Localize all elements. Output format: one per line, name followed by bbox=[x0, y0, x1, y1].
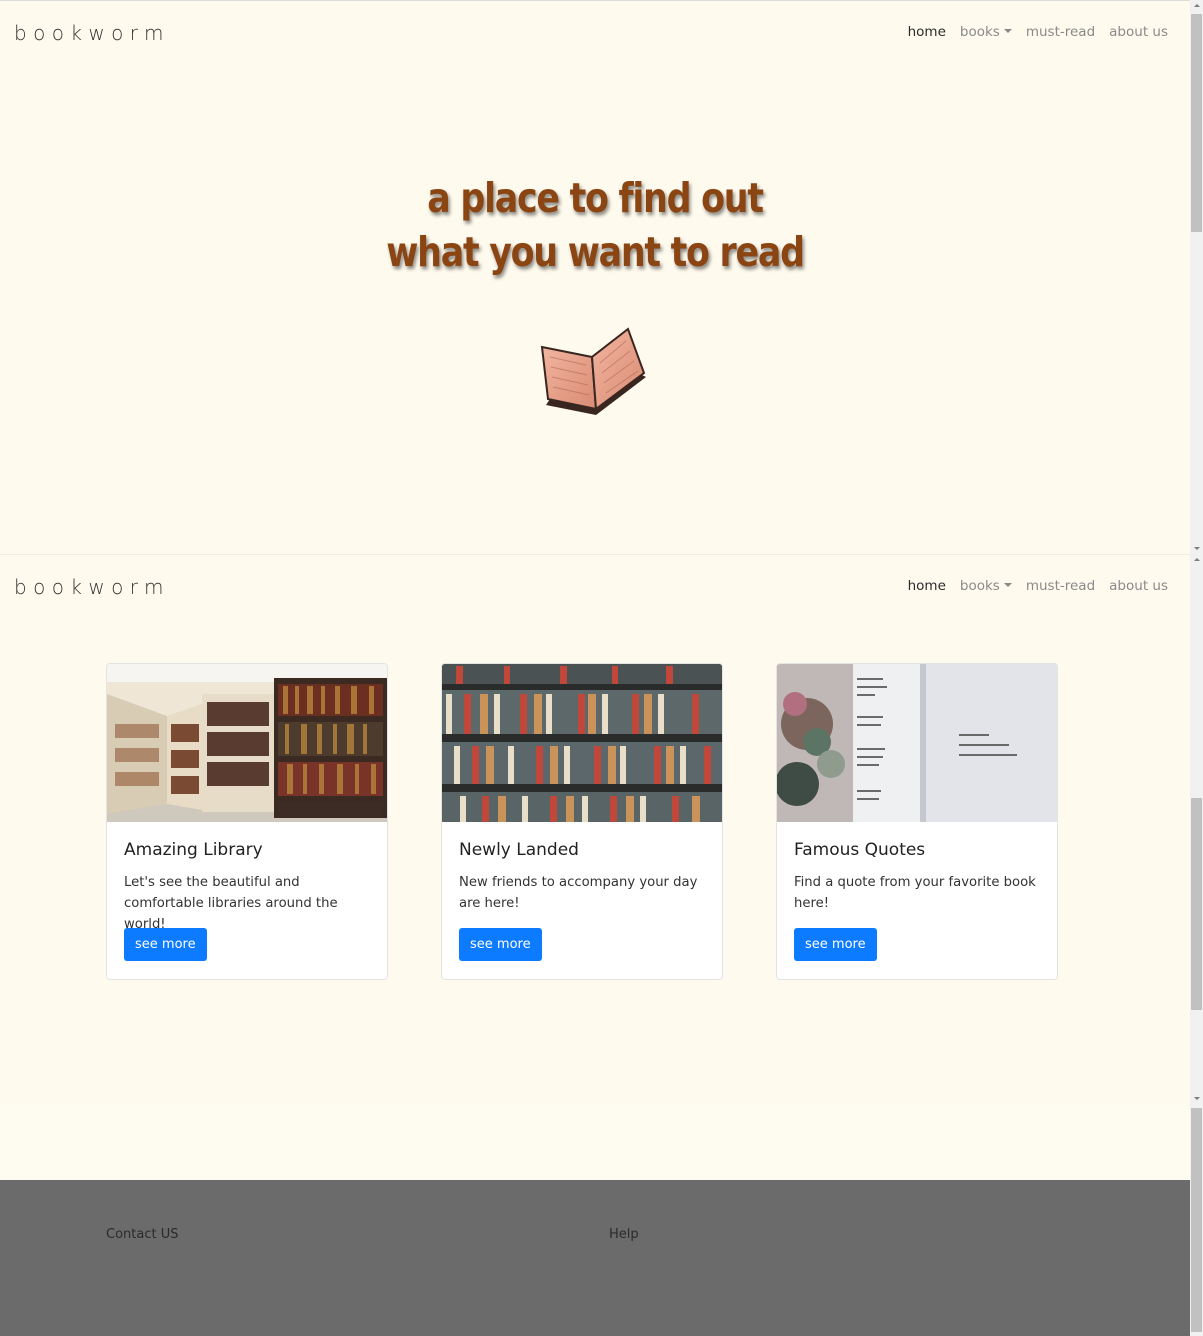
scrollbar-3[interactable] bbox=[1190, 1104, 1203, 1336]
cards-section: bookworm home books must-read about us A… bbox=[0, 554, 1190, 1104]
scroll-thumb[interactable] bbox=[1191, 1108, 1202, 1332]
library-shelves-image bbox=[107, 664, 387, 822]
scroll-down-icon[interactable] bbox=[1194, 547, 1200, 550]
navbar: bookworm home books must-read about us bbox=[0, 1, 1190, 65]
bookshelf-image bbox=[442, 664, 722, 822]
spacer-section bbox=[0, 1104, 1190, 1180]
scroll-thumb[interactable] bbox=[1191, 798, 1202, 1010]
card-text: Let's see the beautiful and comfortable … bbox=[124, 875, 338, 932]
nav-home-2[interactable]: home bbox=[908, 578, 946, 594]
card-famous-quotes: Famous Quotes Find a quote from your fav… bbox=[776, 663, 1058, 980]
nav-books-label: books bbox=[959, 24, 1000, 40]
card-title: Newly Landed bbox=[459, 840, 579, 860]
brand-logo[interactable]: bookworm bbox=[14, 21, 170, 45]
card-text: Find a quote from your favorite book her… bbox=[794, 875, 1036, 911]
caret-down-icon bbox=[1003, 29, 1012, 33]
nav-books-label-2: books bbox=[959, 578, 1000, 594]
card-text: New friends to accompany your day are he… bbox=[459, 875, 698, 911]
card-newly-landed: Newly Landed New friends to accompany yo… bbox=[441, 663, 723, 980]
nav-must-read-2[interactable]: must-read bbox=[1026, 578, 1095, 594]
nav-home[interactable]: home bbox=[908, 24, 946, 40]
card-amazing-library: Amazing Library Let's see the beautiful … bbox=[106, 663, 388, 980]
card-title: Famous Quotes bbox=[794, 840, 926, 860]
nav-must-read[interactable]: must-read bbox=[1026, 24, 1095, 40]
nav-menu-2: home books must-read about us bbox=[908, 578, 1168, 594]
open-book-icon bbox=[540, 327, 646, 415]
footer-help-link[interactable]: Help bbox=[609, 1227, 639, 1242]
scroll-thumb[interactable] bbox=[1191, 14, 1202, 232]
see-more-button[interactable]: see more bbox=[794, 928, 877, 961]
footer-contact-link[interactable]: Contact US bbox=[106, 1227, 178, 1242]
nav-about-us[interactable]: about us bbox=[1109, 24, 1168, 40]
nav-books-dropdown-2[interactable]: books bbox=[960, 578, 1012, 594]
hero-line-2: what you want to read bbox=[386, 228, 805, 276]
hero-heading: a place to find out what you want to rea… bbox=[89, 171, 1101, 279]
see-more-button[interactable]: see more bbox=[459, 928, 542, 961]
brand-logo-2[interactable]: bookworm bbox=[14, 575, 170, 599]
open-book-flowers-image bbox=[777, 664, 1057, 822]
scroll-down-icon[interactable] bbox=[1194, 1097, 1200, 1100]
card-title: Amazing Library bbox=[124, 840, 263, 860]
caret-down-icon bbox=[1003, 583, 1012, 587]
footer: Contact US Help bbox=[0, 1180, 1190, 1336]
nav-about-us-2[interactable]: about us bbox=[1109, 578, 1168, 594]
hero-line-1: a place to find out bbox=[427, 174, 764, 222]
scroll-up-icon[interactable] bbox=[1194, 558, 1200, 561]
hero-section: bookworm home books must-read about us a… bbox=[0, 0, 1190, 554]
see-more-button[interactable]: see more bbox=[124, 928, 207, 961]
scrollbar-2[interactable] bbox=[1190, 554, 1203, 1104]
nav-books-dropdown[interactable]: books bbox=[960, 24, 1012, 40]
nav-menu: home books must-read about us bbox=[908, 24, 1168, 40]
navbar-2: bookworm home books must-read about us bbox=[0, 555, 1190, 619]
scrollbar-1[interactable] bbox=[1190, 0, 1203, 554]
scroll-up-icon[interactable] bbox=[1194, 4, 1200, 7]
